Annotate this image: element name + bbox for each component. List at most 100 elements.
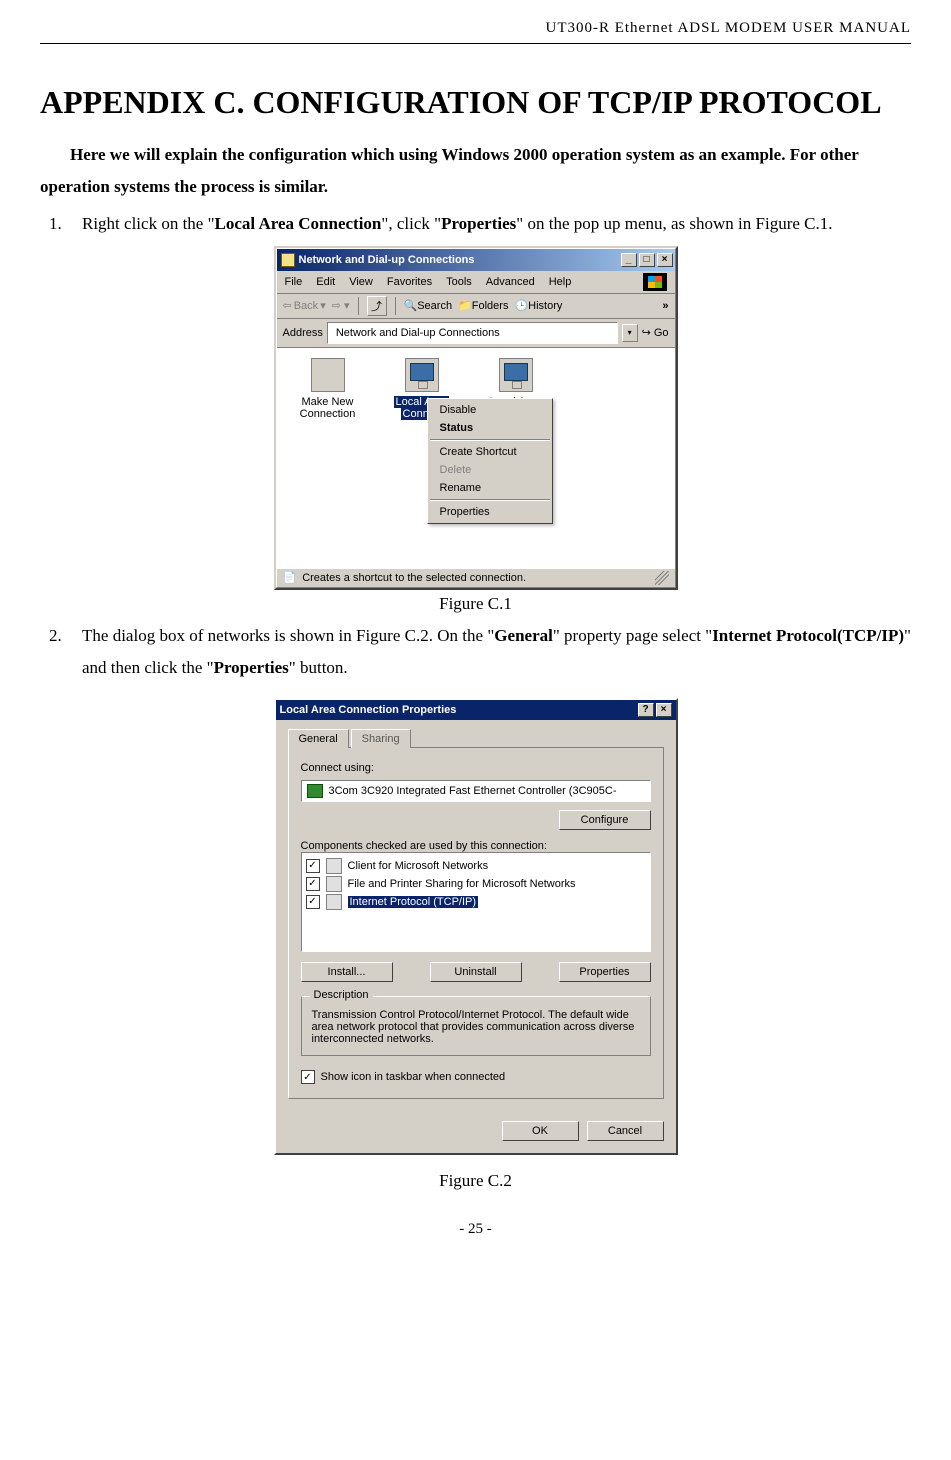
- menu-tools[interactable]: Tools: [446, 276, 472, 288]
- step-1: Right click on the "Local Area Connectio…: [66, 208, 911, 240]
- address-label: Address: [283, 327, 323, 339]
- cancel-button[interactable]: Cancel: [587, 1121, 664, 1141]
- context-create-shortcut[interactable]: Create Shortcut: [430, 443, 550, 461]
- adapter-box: 3Com 3C920 Integrated Fast Ethernet Cont…: [301, 780, 651, 802]
- status-bar: 📄 Creates a shortcut to the selected con…: [277, 568, 675, 587]
- properties-button[interactable]: Properties: [559, 962, 651, 982]
- connect-using-label: Connect using:: [301, 762, 651, 774]
- window-titlebar[interactable]: Network and Dial-up Connections _ □ ×: [277, 249, 675, 271]
- show-icon-label: Show icon in taskbar when connected: [321, 1071, 506, 1083]
- protocol-icon: [326, 894, 342, 910]
- make-new-connection-item[interactable]: Make New Connection: [293, 358, 363, 558]
- item-label: Make New Connection: [293, 396, 363, 420]
- uninstall-button[interactable]: Uninstall: [430, 962, 522, 982]
- step2-text-pre: The dialog box of networks is shown in F…: [82, 626, 494, 645]
- address-value: Network and Dial-up Connections: [336, 327, 500, 339]
- description-legend: Description: [310, 989, 373, 1001]
- configure-button[interactable]: Configure: [559, 810, 651, 830]
- checkbox-icon[interactable]: ✓: [301, 1070, 315, 1084]
- toolbar: ⇦ Back ▾ ⇨ ▾ ⤴ 🔍Search 📁Folders 🕒History…: [277, 294, 675, 319]
- show-icon-checkbox-row[interactable]: ✓ Show icon in taskbar when connected: [301, 1070, 651, 1084]
- address-bar: Address Network and Dial-up Connections …: [277, 319, 675, 348]
- go-button[interactable]: ↪Go: [642, 326, 669, 339]
- dialog-title: Local Area Connection Properties: [280, 704, 457, 716]
- minimize-button[interactable]: _: [621, 253, 637, 267]
- running-header: UT300-R Ethernet ADSL MODEM USER MANUAL: [40, 20, 911, 44]
- network-icon: [405, 358, 439, 392]
- context-disable[interactable]: Disable: [430, 401, 550, 419]
- component-fileprint[interactable]: ✓ File and Printer Sharing for Microsoft…: [306, 875, 646, 893]
- maximize-button[interactable]: □: [639, 253, 655, 267]
- toolbar-overflow[interactable]: »: [662, 300, 668, 312]
- context-rename[interactable]: Rename: [430, 479, 550, 497]
- menu-view[interactable]: View: [349, 276, 373, 288]
- menu-file[interactable]: File: [285, 276, 303, 288]
- step2-bold-2: Internet Protocol(TCP/IP): [712, 626, 904, 645]
- resize-grip[interactable]: [655, 571, 669, 585]
- adapter-name: 3Com 3C920 Integrated Fast Ethernet Cont…: [329, 785, 617, 797]
- help-button[interactable]: ?: [638, 703, 654, 717]
- context-menu: Disable Status Create Shortcut Delete Re…: [427, 398, 553, 524]
- client-icon: [326, 858, 342, 874]
- figure-c1-caption: Figure C.1: [40, 594, 911, 614]
- checkbox-icon[interactable]: ✓: [306, 859, 320, 873]
- up-folder-icon[interactable]: ⤴: [367, 296, 387, 316]
- context-delete: Delete: [430, 461, 550, 479]
- close-button[interactable]: ×: [657, 253, 673, 267]
- window-title: Network and Dial-up Connections: [299, 254, 621, 266]
- step-2: The dialog box of networks is shown in F…: [66, 620, 911, 685]
- description-text: Transmission Control Protocol/Internet P…: [312, 1009, 640, 1045]
- step1-bold-1: Local Area Connection: [215, 214, 382, 233]
- figure-c2-dialog: Local Area Connection Properties ? × Gen…: [274, 698, 678, 1155]
- intro-paragraph: Here we will explain the configuration w…: [40, 139, 911, 204]
- folders-button[interactable]: 📁Folders: [458, 299, 508, 312]
- context-properties[interactable]: Properties: [430, 503, 550, 521]
- status-text: Creates a shortcut to the selected conne…: [302, 572, 526, 584]
- step1-text-post: " on the pop up menu, as shown in Figure…: [516, 214, 832, 233]
- step2-bold-1: General: [494, 626, 553, 645]
- tab-strip: General Sharing: [288, 728, 664, 748]
- figure-c1-window: Network and Dial-up Connections _ □ × Fi…: [274, 246, 678, 590]
- service-icon: [326, 876, 342, 892]
- context-status[interactable]: Status: [430, 419, 550, 437]
- menu-advanced[interactable]: Advanced: [486, 276, 535, 288]
- checkbox-icon[interactable]: ✓: [306, 895, 320, 909]
- history-button[interactable]: 🕒History: [514, 299, 562, 312]
- folder-icon: [281, 253, 295, 267]
- close-button[interactable]: ×: [656, 703, 672, 717]
- component-label: Client for Microsoft Networks: [348, 860, 489, 872]
- description-groupbox: Description Transmission Control Protoco…: [301, 996, 651, 1056]
- menu-favorites[interactable]: Favorites: [387, 276, 432, 288]
- menu-edit[interactable]: Edit: [316, 276, 335, 288]
- dialog-titlebar[interactable]: Local Area Connection Properties ? ×: [276, 700, 676, 720]
- component-tcpip[interactable]: ✓ Internet Protocol (TCP/IP): [306, 893, 646, 911]
- page-title: APPENDIX C. CONFIGURATION OF TCP/IP PROT…: [40, 84, 911, 121]
- address-input[interactable]: Network and Dial-up Connections: [327, 322, 618, 344]
- components-listbox[interactable]: ✓ Client for Microsoft Networks ✓ File a…: [301, 852, 651, 952]
- forward-button[interactable]: ⇨ ▾: [332, 299, 350, 312]
- address-dropdown[interactable]: ▾: [622, 324, 638, 342]
- ok-button[interactable]: OK: [502, 1121, 579, 1141]
- tab-sharing[interactable]: Sharing: [351, 729, 411, 748]
- network-icon: [499, 358, 533, 392]
- checkbox-icon[interactable]: ✓: [306, 877, 320, 891]
- search-button[interactable]: 🔍Search: [404, 299, 453, 312]
- step2-text-mid1: " property page select ": [553, 626, 712, 645]
- install-button[interactable]: Install...: [301, 962, 393, 982]
- menu-help[interactable]: Help: [549, 276, 572, 288]
- nic-icon: [307, 784, 323, 798]
- step1-text-mid: ", click ": [381, 214, 441, 233]
- menubar: File Edit View Favorites Tools Advanced …: [277, 271, 675, 294]
- tab-panel-general: Connect using: 3Com 3C920 Integrated Fas…: [288, 748, 664, 1099]
- component-client[interactable]: ✓ Client for Microsoft Networks: [306, 857, 646, 875]
- figure-c2-caption: Figure C.2: [40, 1171, 911, 1191]
- page-number: - 25 -: [40, 1221, 911, 1238]
- step1-text-pre: Right click on the ": [82, 214, 215, 233]
- tab-general[interactable]: General: [288, 729, 349, 748]
- back-button[interactable]: ⇦ Back ▾: [283, 299, 326, 312]
- step2-text-post: " button.: [289, 658, 348, 677]
- step1-bold-2: Properties: [441, 214, 516, 233]
- step2-bold-3: Properties: [214, 658, 289, 677]
- explorer-client-area: Make New Connection Local Area Connec Lo…: [277, 348, 675, 568]
- components-label: Components checked are used by this conn…: [301, 840, 651, 852]
